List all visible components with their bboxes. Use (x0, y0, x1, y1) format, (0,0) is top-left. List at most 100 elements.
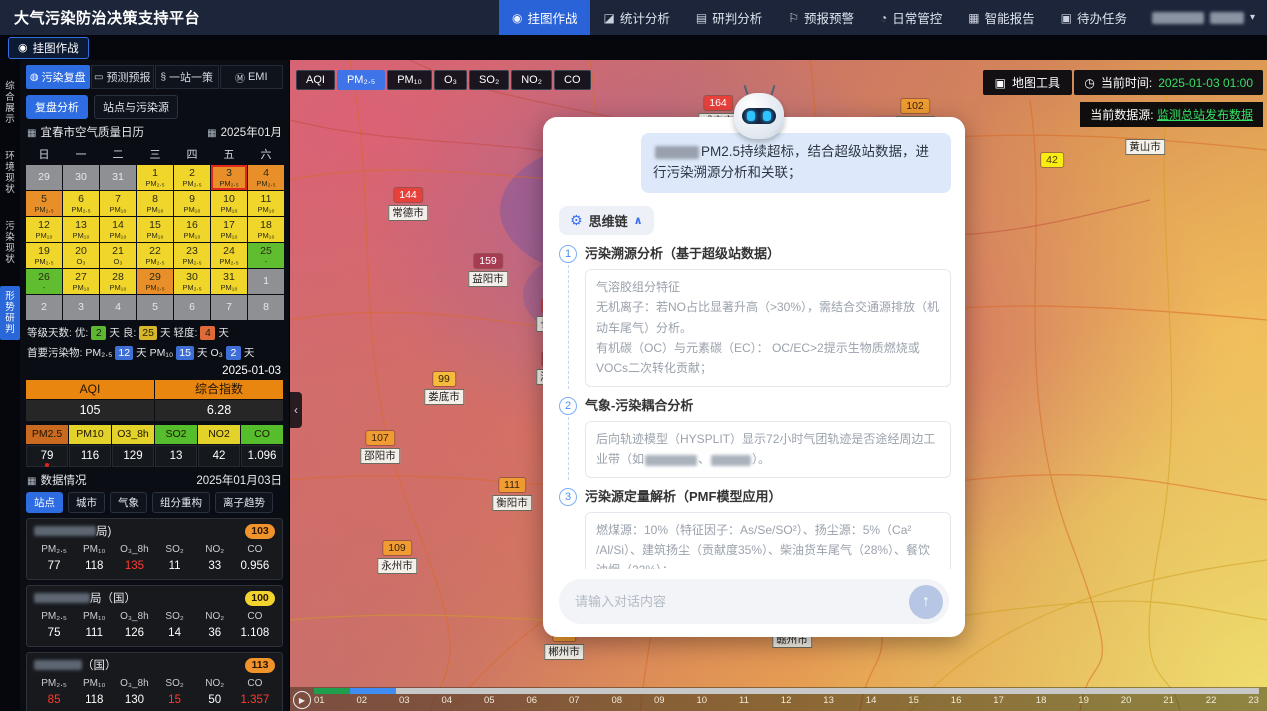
calendar-day-cell[interactable]: 3PM₂.₅ (211, 165, 247, 190)
timeline-hour-22[interactable]: 22 (1206, 695, 1217, 706)
timeline-hour-15[interactable]: 15 (908, 695, 919, 706)
city-marker-常德市[interactable]: 144常德市 (388, 185, 428, 221)
calendar-day-cell[interactable]: 4 (100, 295, 136, 320)
calendar-day-cell[interactable]: 5PM₂.₅ (26, 191, 62, 216)
timeline-progress[interactable] (314, 688, 1259, 694)
timeline-hour-19[interactable]: 19 (1078, 695, 1089, 706)
timeline-hour-05[interactable]: 05 (484, 695, 495, 706)
timeline-hour-11[interactable]: 11 (739, 695, 749, 706)
calendar-day-cell[interactable]: 18PM₁₀ (248, 217, 284, 242)
calendar-day-cell[interactable]: 24PM₂.₅ (211, 243, 247, 268)
calendar-day-cell[interactable]: 20O₃ (63, 243, 99, 268)
panel-collapse-handle[interactable]: ‹ (290, 392, 302, 428)
calendar-day-cell[interactable]: 1PM₂.₅ (137, 165, 173, 190)
map-pollutant-tab-PM₂.₅[interactable]: PM₂.₅ (337, 70, 385, 90)
calendar-day-cell[interactable]: 25- (248, 243, 284, 268)
chevron-down-icon[interactable]: ▾ (1250, 12, 1255, 23)
timeline-hour-08[interactable]: 08 (612, 695, 623, 706)
data-tab-站点[interactable]: 站点 (26, 492, 63, 513)
data-tab-气象[interactable]: 气象 (110, 492, 147, 513)
timeline-hour-23[interactable]: 23 (1248, 695, 1259, 706)
nav-item-预报预警[interactable]: ⚐预报预警 (775, 0, 867, 35)
calendar-day-cell[interactable]: 12PM₁₀ (26, 217, 62, 242)
city-marker-邵阳市[interactable]: 107邵阳市 (360, 428, 400, 464)
city-marker-衡阳市[interactable]: 111衡阳市 (492, 475, 532, 511)
city-marker[interactable]: 42 (1041, 150, 1063, 168)
calendar-day-cell[interactable]: 30 (63, 165, 99, 190)
timeline-hour-02[interactable]: 02 (357, 695, 368, 706)
map-pollutant-tab-NO₂[interactable]: NO₂ (511, 70, 552, 90)
calendar-day-cell[interactable]: 30PM₂.₅ (174, 269, 210, 294)
calendar-day-cell[interactable]: 29 (26, 165, 62, 190)
nav-item-待办任务[interactable]: ▣待办任务 (1048, 0, 1140, 35)
timeline-hour-07[interactable]: 07 (569, 695, 580, 706)
timeline-hour-16[interactable]: 16 (951, 695, 962, 706)
data-tab-组分重构[interactable]: 组分重构 (152, 492, 210, 513)
calendar-day-cell[interactable]: 14PM₁₀ (100, 217, 136, 242)
play-button[interactable]: ▶ (293, 691, 311, 709)
panel-tab-EMI[interactable]: ⓂEMI (220, 65, 284, 89)
nav-item-智能报告[interactable]: ▦智能报告 (955, 0, 1047, 35)
map-pollutant-tab-PM₁₀[interactable]: PM₁₀ (387, 70, 432, 90)
calendar-day-cell[interactable]: 26- (26, 269, 62, 294)
side-tab-污染现状[interactable]: 污染现状 (0, 216, 20, 270)
calendar-day-cell[interactable]: 2 (26, 295, 62, 320)
calendar-day-cell[interactable]: 28PM₁₀ (100, 269, 136, 294)
side-tab-环境现状[interactable]: 环境现状 (0, 146, 20, 200)
calendar-day-cell[interactable]: 22PM₂.₅ (137, 243, 173, 268)
timeline-hour-09[interactable]: 09 (654, 695, 665, 706)
map-tools-button[interactable]: ▣ 地图工具 (983, 70, 1072, 95)
calendar-day-cell[interactable]: 19PM₂.₅ (26, 243, 62, 268)
side-tab-综合展示[interactable]: 综合展示 (0, 76, 20, 130)
timeline-hour-14[interactable]: 14 (866, 695, 877, 706)
nav-item-日常管控[interactable]: ◔日常管控 (867, 0, 955, 35)
calendar-day-cell[interactable]: 31PM₁₀ (211, 269, 247, 294)
map-pollutant-tab-SO₂[interactable]: SO₂ (469, 70, 509, 90)
calendar-day-cell[interactable]: 4PM₂.₅ (248, 165, 284, 190)
calendar-day-cell[interactable]: 11PM₁₀ (248, 191, 284, 216)
calendar-day-cell[interactable]: 2PM₂.₅ (174, 165, 210, 190)
map-pollutant-tab-AQI[interactable]: AQI (296, 70, 335, 90)
timeline-hour-12[interactable]: 12 (781, 695, 792, 706)
calendar-day-cell[interactable]: 1 (248, 269, 284, 294)
city-marker-永州市[interactable]: 109永州市 (377, 538, 417, 574)
calendar-day-cell[interactable]: 8 (248, 295, 284, 320)
calendar-day-cell[interactable]: 5 (137, 295, 173, 320)
calendar-day-cell[interactable]: 9PM₁₀ (174, 191, 210, 216)
map-pollutant-tab-O₃[interactable]: O₃ (434, 70, 467, 90)
thinking-chain-toggle[interactable]: ⚙ 思维链 ∧ (559, 206, 654, 235)
calendar-day-cell[interactable]: 31 (100, 165, 136, 190)
calendar-day-cell[interactable]: 6 (174, 295, 210, 320)
send-button[interactable]: ↑ (909, 585, 943, 619)
calendar-day-cell[interactable]: 23PM₂.₅ (174, 243, 210, 268)
city-marker-娄底市[interactable]: 99娄底市 (424, 369, 464, 405)
chat-input[interactable] (575, 594, 909, 609)
tab-guatu-zuozhan[interactable]: ◉ 挂图作战 (8, 37, 89, 59)
panel-tab-一站一策[interactable]: §一站一策 (155, 65, 219, 89)
nav-item-统计分析[interactable]: ◪统计分析 (590, 0, 682, 35)
timeline-hour-21[interactable]: 21 (1163, 695, 1174, 706)
calendar-day-cell[interactable]: 21O₃ (100, 243, 136, 268)
nav-item-研判分析[interactable]: ▤研判分析 (683, 0, 775, 35)
side-tab-形势研判[interactable]: 形势研判 (0, 286, 20, 340)
calendar-month[interactable]: 2025年01月 (221, 127, 282, 139)
calendar-day-cell[interactable]: 3 (63, 295, 99, 320)
calendar-day-cell[interactable]: 8PM₁₀ (137, 191, 173, 216)
timeline-hour-13[interactable]: 13 (823, 695, 834, 706)
calendar-day-cell[interactable]: 6PM₂.₅ (63, 191, 99, 216)
panel-tab-预测预报[interactable]: ▭预测预报 (91, 65, 155, 89)
data-tab-离子趋势[interactable]: 离子趋势 (215, 492, 273, 513)
timeline-hour-10[interactable]: 10 (697, 695, 708, 706)
timeline-hour-01[interactable]: 01 (314, 695, 325, 706)
timeline-hour-04[interactable]: 04 (442, 695, 453, 706)
timeline-hour-20[interactable]: 20 (1121, 695, 1132, 706)
calendar-day-cell[interactable]: 29PM₂.₅ (137, 269, 173, 294)
panel-tab-污染复盘[interactable]: ◍污染复盘 (26, 65, 90, 89)
calendar-day-cell[interactable]: 15PM₁₀ (137, 217, 173, 242)
calendar-day-cell[interactable]: 17PM₁₀ (211, 217, 247, 242)
timeline-hour-06[interactable]: 06 (527, 695, 538, 706)
calendar-day-cell[interactable]: 13PM₁₀ (63, 217, 99, 242)
calendar-day-cell[interactable]: 7 (211, 295, 247, 320)
subtab-站点与污染源[interactable]: 站点与污染源 (94, 95, 178, 119)
subtab-复盘分析[interactable]: 复盘分析 (26, 95, 88, 119)
